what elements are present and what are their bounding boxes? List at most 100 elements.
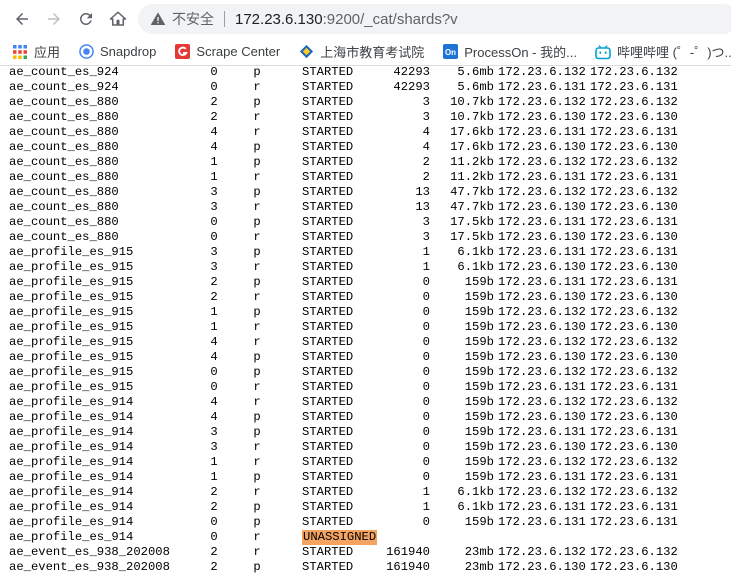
shard-state: STARTED [302,380,354,394]
index-name: ae_profile_es_915 [9,275,134,289]
shard-number: 0 [210,80,218,94]
back-button[interactable] [8,5,36,33]
arrow-right-icon [48,13,60,25]
node-name: 172.23.6.131 [590,125,678,139]
shard-row: ae_profile_es_915 2 r STARTED 0 159b 172.23.6.… [0,290,731,305]
ip-address: 172.23.6.130 [498,350,586,364]
docs-count: 161940 [386,545,430,559]
prirep-flag: p [253,365,261,379]
ip-address: 172.23.6.132 [498,455,586,469]
docs-count: 2 [422,170,430,184]
shard-row: ae_profile_es_914 3 r STARTED 0 159b 172.23.6.… [0,440,731,455]
store-size: 11.2kb [450,170,494,184]
node-name: 172.23.6.130 [590,350,678,364]
shard-state: STARTED [302,275,354,289]
shard-state: STARTED [302,350,354,364]
shard-number: 2 [210,560,218,574]
shard-number: 0 [210,515,218,529]
shard-row: ae_profile_es_915 3 r STARTED 1 6.1kb 172.23.6… [0,260,731,275]
shard-state: STARTED [302,95,354,109]
ip-address: 172.23.6.130 [498,200,586,214]
docs-count: 13 [415,185,430,199]
bookmark-scrape-center[interactable]: Scrape Center [174,44,280,60]
node-name: 172.23.6.130 [590,260,678,274]
security-status[interactable]: 不安全 [172,9,214,29]
shard-row: ae_profile_es_914 0 p STARTED 0 159b 172.23.6.… [0,515,731,530]
url-path: :9200/_cat/shards?v [322,10,458,28]
bookmark-processon[interactable]: On ProcessOn - 我的... [442,42,577,61]
shard-number: 2 [210,95,218,109]
node-name: 172.23.6.132 [590,455,678,469]
index-name: ae_profile_es_914 [9,500,134,514]
shard-row: ae_profile_es_914 2 r STARTED 1 6.1kb 172.23.6… [0,485,731,500]
shard-state: STARTED [302,410,354,424]
index-name: ae_profile_es_914 [9,425,134,439]
index-name: ae_profile_es_914 [9,470,134,484]
index-name: ae_count_es_880 [9,95,119,109]
shard-state: STARTED [302,320,354,334]
reload-button[interactable] [72,5,100,33]
svg-text:On: On [445,48,456,57]
shard-number: 3 [210,185,218,199]
shard-state: STARTED [302,260,354,274]
index-name: ae_count_es_880 [9,155,119,169]
bookmark-label: Snapdrop [100,44,157,59]
prirep-flag: r [253,80,261,94]
prirep-flag: p [253,185,261,199]
shard-row: ae_count_es_924 0 r STARTED 42293 5.6mb 172.23… [0,80,731,95]
shard-row: ae_profile_es_915 1 p STARTED 0 159b 172.23.6.… [0,305,731,320]
ip-address: 172.23.6.132 [498,485,586,499]
address-bar[interactable]: 不安全 172.23.6.130:9200/_cat/shards?v [138,4,731,34]
forward-button[interactable] [40,5,68,33]
bookmark-bilibili[interactable]: 哔哩哔哩 (゜-゜)つ... [595,42,731,61]
bookmark-apps[interactable]: 应用 [12,42,60,61]
shard-row: ae_profile_es_915 4 r STARTED 0 159b 172.23.6.… [0,335,731,350]
bookmark-exam-institute[interactable]: 上海市教育考试院 [298,42,424,61]
shard-number: 2 [210,110,218,124]
shard-row: ae_count_es_880 3 r STARTED 13 47.7kb 172.23.6… [0,200,731,215]
ip-address: 172.23.6.132 [498,185,586,199]
shard-row: ae_profile_es_914 4 r STARTED 0 159b 172.23.6.… [0,395,731,410]
ip-address: 172.23.6.132 [498,95,586,109]
docs-count: 3 [422,215,430,229]
store-size: 47.7kb [450,185,494,199]
shard-state: STARTED [302,66,354,79]
docs-count: 1 [422,500,430,514]
snapdrop-icon [78,44,94,60]
store-size: 159b [464,470,494,484]
shard-state: STARTED [302,335,354,349]
docs-count: 3 [422,95,430,109]
ip-address: 172.23.6.132 [498,305,586,319]
index-name: ae_count_es_880 [9,110,119,124]
prirep-flag: r [253,230,261,244]
index-name: ae_profile_es_915 [9,305,134,319]
shard-number: 3 [210,260,218,274]
shard-state: STARTED [302,305,354,319]
store-size: 159b [464,425,494,439]
ip-address: 172.23.6.132 [498,155,586,169]
prirep-flag: r [253,545,261,559]
store-size: 17.5kb [450,215,494,229]
shard-row: ae_profile_es_915 4 p STARTED 0 159b 172.23.6.… [0,350,731,365]
bookmarks-bar: 应用 Snapdrop Scrape Center 上海市教育考试院 On Pr… [0,38,731,66]
shard-number: 0 [210,365,218,379]
bookmark-label: 哔哩哔哩 (゜-゜)つ... [616,45,731,60]
home-button[interactable] [104,5,132,33]
index-name: ae_count_es_880 [9,185,119,199]
reload-icon [79,12,92,25]
ip-address: 172.23.6.131 [498,170,586,184]
docs-count: 42293 [393,66,430,79]
bookmark-snapdrop[interactable]: Snapdrop [78,44,156,60]
index-name: ae_count_es_924 [9,66,119,79]
shard-number: 2 [210,485,218,499]
node-name: 172.23.6.131 [590,515,678,529]
store-size: 159b [464,395,494,409]
docs-count: 1 [422,485,430,499]
shard-state: STARTED [302,170,354,184]
shard-number: 4 [210,410,218,424]
shard-state: STARTED [302,485,354,499]
shard-row: ae_count_es_880 2 p STARTED 3 10.7kb 172.23.6.… [0,95,731,110]
index-name: ae_profile_es_915 [9,365,134,379]
shard-row: ae_count_es_880 1 r STARTED 2 11.2kb 172.23.6.… [0,170,731,185]
shard-row: ae_profile_es_915 0 p STARTED 0 159b 172.23.6.… [0,365,731,380]
